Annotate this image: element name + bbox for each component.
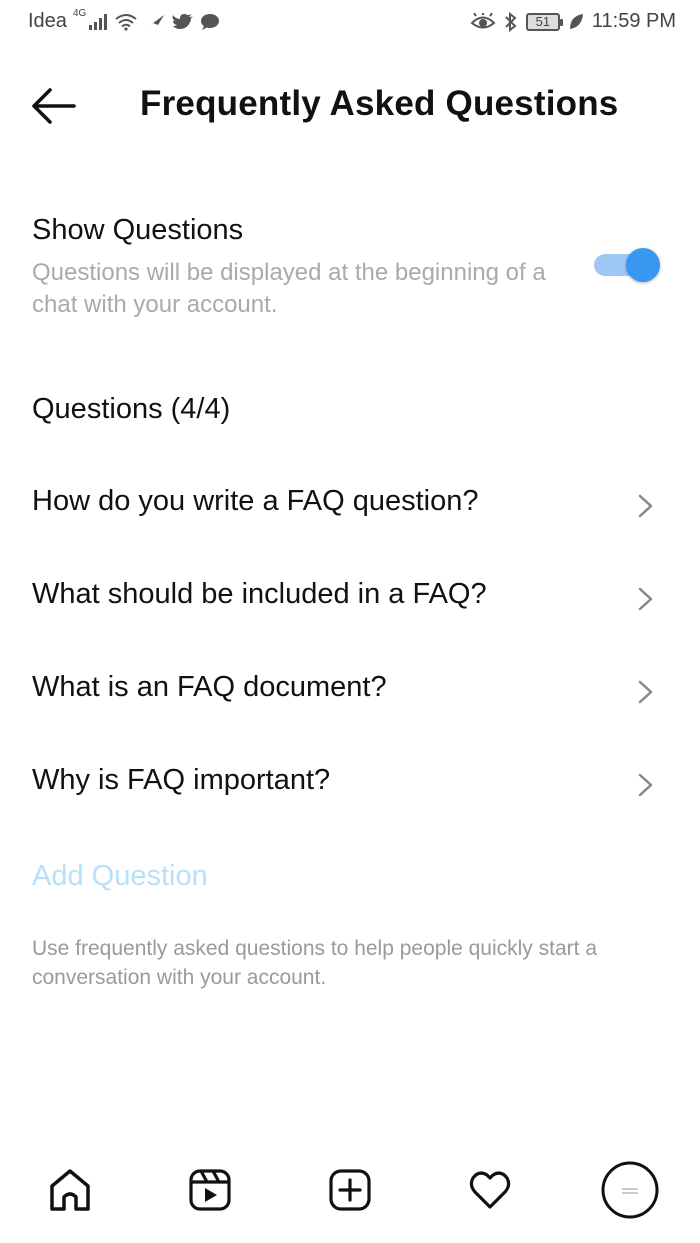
arrow-left-icon	[32, 88, 76, 124]
add-question-button[interactable]: Add Question	[32, 860, 208, 893]
eye-comfort-icon	[470, 12, 496, 31]
chevron-right-icon	[638, 587, 653, 611]
activity-heart-icon	[469, 1171, 511, 1209]
footer-note: Use frequently asked questions to help p…	[32, 937, 598, 989]
airplane-bird-icon	[144, 13, 166, 31]
chevron-right-icon	[638, 680, 653, 704]
bluetooth-icon	[504, 11, 518, 32]
reels-icon	[189, 1169, 231, 1211]
question-row[interactable]: Why is FAQ important?	[0, 744, 700, 824]
status-bar: Idea 4G 51 11:59 PM	[0, 0, 700, 48]
leaf-icon	[568, 13, 584, 31]
nav-home[interactable]	[40, 1160, 100, 1220]
bottom-nav	[0, 1150, 700, 1230]
toggle-knob	[626, 248, 660, 282]
nav-profile[interactable]	[600, 1160, 660, 1220]
show-questions-toggle[interactable]	[594, 248, 664, 282]
wifi-icon	[114, 13, 138, 31]
signal-icon	[88, 13, 108, 31]
network-type: 4G	[72, 8, 87, 19]
page-title: Frequently Asked Questions	[140, 84, 619, 123]
show-questions-title: Show Questions	[32, 214, 244, 246]
back-button[interactable]	[30, 84, 78, 128]
nav-new-post[interactable]	[320, 1160, 380, 1220]
chat-bubble-icon	[200, 13, 220, 31]
chevron-right-icon	[638, 494, 653, 518]
question-row[interactable]: What is an FAQ document?	[0, 651, 700, 731]
questions-heading: Questions (4/4)	[32, 393, 231, 425]
nav-activity[interactable]	[460, 1160, 520, 1220]
question-row[interactable]: How do you write a FAQ question?	[0, 465, 700, 545]
new-post-icon	[329, 1169, 371, 1211]
question-label: What should be included in a FAQ?	[32, 578, 487, 610]
profile-avatar-icon	[601, 1161, 659, 1219]
show-questions-description: Questions will be displayed at the begin…	[32, 259, 546, 318]
twitter-icon	[172, 13, 194, 31]
carrier-name: Idea	[28, 10, 67, 32]
nav-reels[interactable]	[180, 1160, 240, 1220]
question-row[interactable]: What should be included in a FAQ?	[0, 558, 700, 638]
battery-indicator: 51	[525, 12, 563, 31]
home-icon	[50, 1169, 90, 1211]
chevron-right-icon	[638, 773, 653, 797]
clock-time: 11:59 PM	[591, 10, 676, 32]
question-label: What is an FAQ document?	[32, 671, 387, 703]
battery-level: 51	[535, 14, 551, 29]
question-label: How do you write a FAQ question?	[32, 485, 479, 517]
question-label: Why is FAQ important?	[32, 764, 331, 796]
